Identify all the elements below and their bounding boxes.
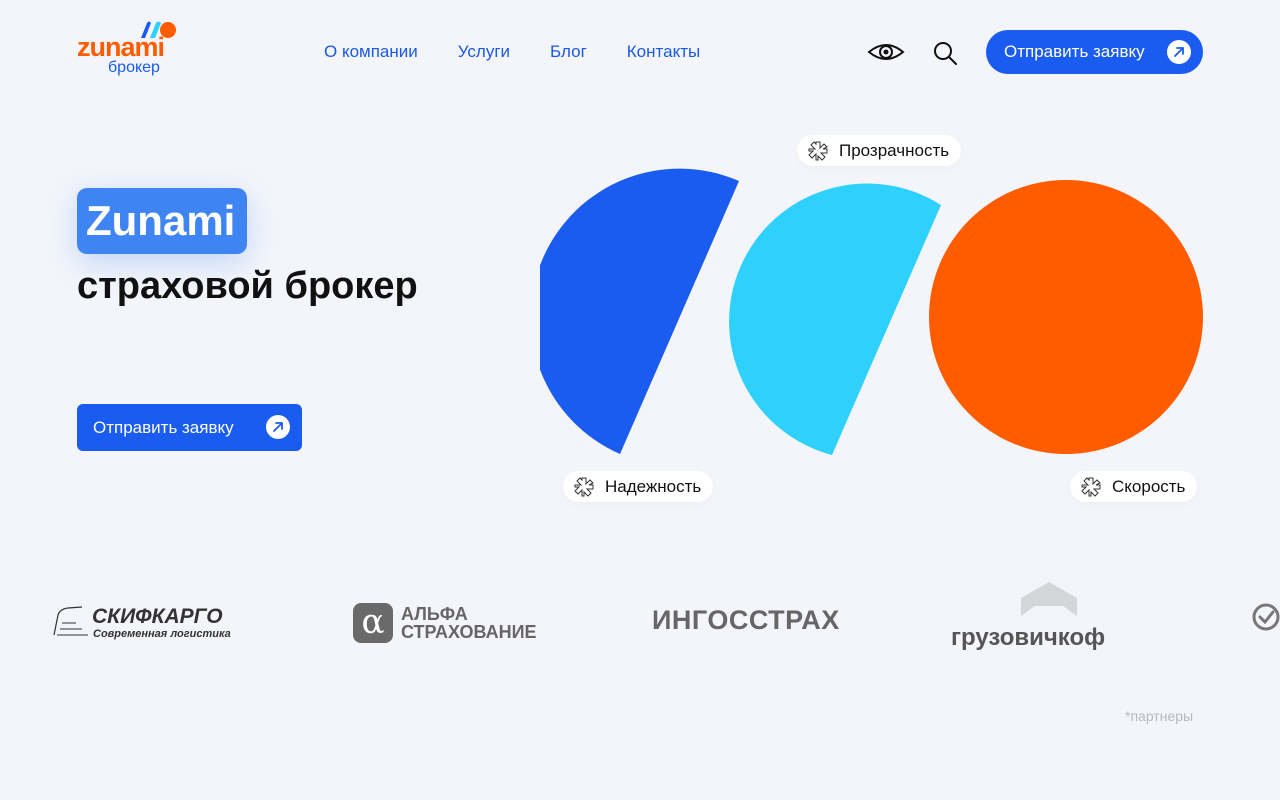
tag-transparency-label: Прозрачность xyxy=(839,140,950,160)
tag-reliability-label: Надежность xyxy=(605,476,702,496)
asterisk-icon xyxy=(808,140,828,161)
alfa-line2: СТРАХОВАНИЕ xyxy=(401,622,537,642)
site-header: zunami брокер О компании Услуги Блог Кон… xyxy=(0,0,1280,104)
nav-contacts[interactable]: Контакты xyxy=(627,42,700,62)
tag-transparency: Прозрачность xyxy=(797,135,962,166)
search-icon xyxy=(934,42,957,65)
submit-request-label: Отправить заявку xyxy=(1004,42,1145,61)
gruz-name: грузовичкоф xyxy=(951,624,1106,651)
asterisk-icon xyxy=(574,476,594,497)
tag-reliability: Надежность xyxy=(563,471,714,502)
arrow-up-right-icon xyxy=(266,415,290,439)
partner-alfa-logo[interactable]: α АЛЬФА СТРАХОВАНИЕ xyxy=(353,603,553,647)
arrow-up-right-icon xyxy=(1167,40,1191,64)
submit-request-button[interactable]: Отправить заявку xyxy=(986,30,1203,74)
eye-icon xyxy=(867,44,905,60)
blue-shape xyxy=(540,168,739,454)
hero-submit-request-label: Отправить заявку xyxy=(93,417,234,437)
nav-blog[interactable]: Блог xyxy=(550,42,587,62)
accessibility-button[interactable] xyxy=(866,38,906,66)
cyan-shape xyxy=(729,183,941,455)
main-nav: О компании Услуги Блог Контакты xyxy=(324,42,740,62)
skif-tagline: Современная логистика xyxy=(93,628,231,640)
skif-name: СКИФКАРГО xyxy=(92,605,223,628)
asterisk-icon xyxy=(1081,476,1101,497)
logo-subtitle: брокер xyxy=(108,59,160,76)
alfa-line1: АЛЬФА xyxy=(401,604,468,624)
skif-mark-icon xyxy=(53,606,88,636)
partners-note: *партнеры xyxy=(1125,708,1194,724)
tag-speed: Скорость xyxy=(1070,471,1198,502)
orange-circle xyxy=(929,180,1203,454)
checkmark-circle-icon xyxy=(1252,603,1280,631)
tag-speed-label: Скорость xyxy=(1112,476,1186,496)
partner-check-logo[interactable] xyxy=(1252,603,1280,631)
logo-word: zunami xyxy=(77,32,165,62)
alfa-mark: α xyxy=(353,603,393,643)
nav-about[interactable]: О компании xyxy=(324,42,418,62)
hero-submit-request-button[interactable]: Отправить заявку xyxy=(77,404,302,451)
partner-gruzovichkof-logo[interactable]: грузовичкоф xyxy=(951,580,1151,651)
partners-strip: СКИФКАРГО Современная логистика α АЛЬФА … xyxy=(0,575,1280,665)
truck-roof-icon xyxy=(1021,582,1077,616)
hero-headline: страховой брокер xyxy=(77,265,418,307)
nav-services[interactable]: Услуги xyxy=(458,42,510,62)
brand-badge: Zunami xyxy=(77,188,248,254)
hero-illustration xyxy=(540,168,1203,455)
search-button[interactable] xyxy=(932,40,958,66)
partner-skifkargo-logo[interactable]: СКИФКАРГО Современная логистика xyxy=(52,603,252,643)
zunami-logo[interactable]: zunami брокер xyxy=(77,20,187,80)
partner-ingosstrakh-logo[interactable]: ИНГОССТРАХ xyxy=(652,605,840,636)
